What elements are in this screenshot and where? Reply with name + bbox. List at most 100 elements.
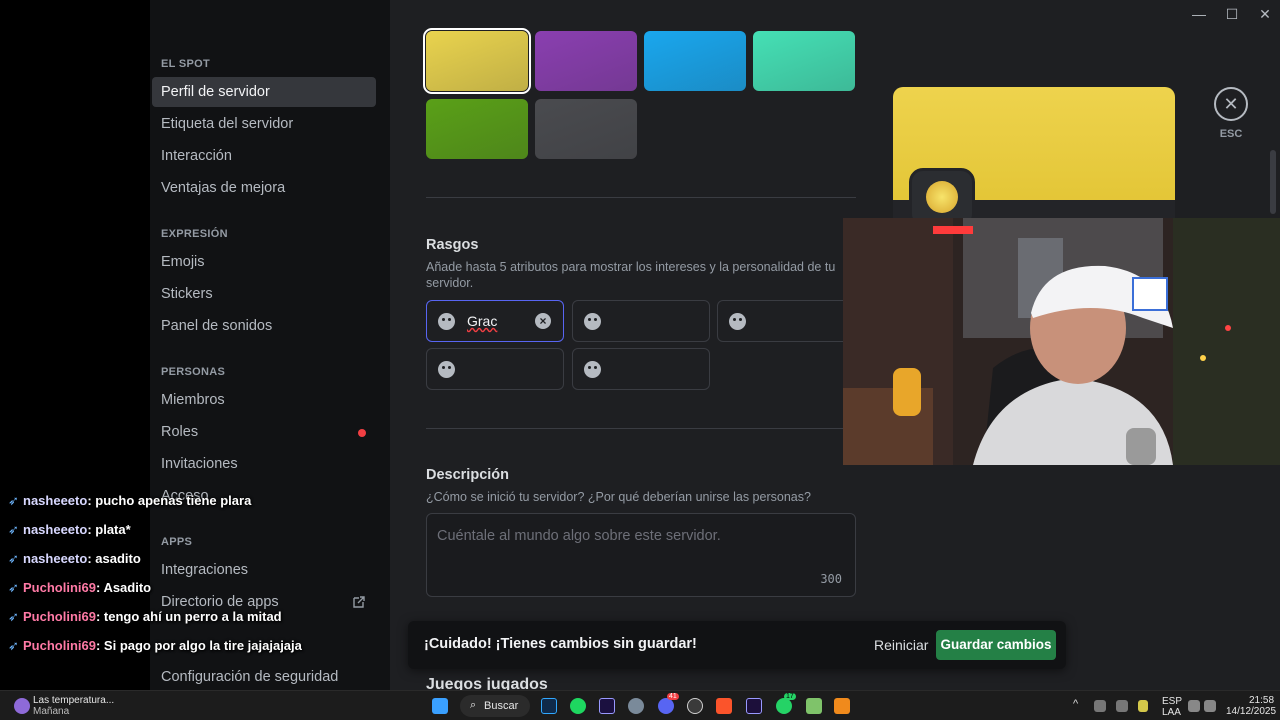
section-divider	[426, 428, 856, 429]
trait-input[interactable]	[717, 300, 855, 342]
sidebar-item-invites[interactable]: Invitaciones	[152, 449, 376, 479]
chat-text: Si pago por algo la tire jajajajaja	[103, 638, 302, 653]
search-label: Buscar	[484, 700, 519, 712]
notepad-icon[interactable]	[806, 698, 822, 714]
sidebar-section-title: EL SPOT	[161, 58, 210, 70]
chat-username: nasheeeto	[23, 522, 88, 537]
emoji-picker-icon[interactable]	[729, 313, 746, 330]
weather-title[interactable]: Las temperatura...	[33, 695, 114, 706]
chat-text: Asadito	[103, 580, 152, 595]
emoji-picker-icon[interactable]	[584, 313, 601, 330]
character-counter: 300	[820, 572, 842, 586]
chat-username: Pucholini69	[23, 609, 96, 624]
discord-icon[interactable]	[658, 698, 674, 714]
trait-input[interactable]	[426, 348, 564, 390]
tray-icon[interactable]	[1116, 700, 1128, 712]
chat-message: ➶ Pucholini69: tengo ahí un perro a la mi…	[8, 609, 282, 624]
traits-title: Rasgos	[426, 237, 479, 253]
photoshop-icon[interactable]	[541, 698, 557, 714]
emoji-picker-icon[interactable]	[438, 313, 455, 330]
color-swatch[interactable]	[753, 31, 855, 91]
reset-button[interactable]: Reiniciar	[874, 637, 928, 653]
trait-input[interactable]: Grac ×	[426, 300, 564, 342]
chat-message: ➶ Pucholini69: Si pago por algo la tire j…	[8, 638, 302, 653]
weather-icon[interactable]	[14, 698, 30, 714]
emoji-picker-icon[interactable]	[584, 361, 601, 378]
emoji-picker-icon[interactable]	[438, 361, 455, 378]
scrollbar[interactable]	[1270, 150, 1276, 214]
webcam-overlay	[843, 218, 1280, 465]
sidebar-item-server-profile[interactable]: Perfil de servidor	[152, 77, 376, 107]
rocket-icon: ➶	[8, 580, 19, 595]
save-changes-button[interactable]: Guardar cambios	[936, 630, 1056, 660]
clear-icon[interactable]: ×	[535, 313, 551, 329]
chat-text: plata*	[95, 522, 131, 537]
after-effects-icon[interactable]	[599, 698, 615, 714]
volume-icon[interactable]	[1204, 700, 1216, 712]
sidebar-item-stickers[interactable]: Stickers	[152, 279, 376, 309]
windows-icon[interactable]	[432, 698, 448, 714]
clock-time[interactable]: 21:58	[1249, 695, 1274, 706]
sidebar-item-members[interactable]: Miembros	[152, 385, 376, 415]
sidebar-item-server-tag[interactable]: Etiqueta del servidor	[152, 109, 376, 139]
sidebar-item-emojis[interactable]: Emojis	[152, 247, 376, 277]
chevron-up-icon[interactable]: ^	[1073, 698, 1078, 710]
microphone-icon[interactable]	[1138, 700, 1148, 712]
language-bottom: LAA	[1162, 707, 1181, 718]
tray-icon[interactable]	[1094, 700, 1106, 712]
language-top[interactable]: ESP	[1162, 696, 1182, 707]
sidebar-item-integrations[interactable]: Integraciones	[152, 555, 376, 585]
sidebar-item-roles[interactable]: Roles	[152, 417, 376, 447]
trait-input[interactable]	[572, 300, 710, 342]
premiere-icon[interactable]	[746, 698, 762, 714]
maximize-icon[interactable]: ☐	[1221, 6, 1243, 26]
chat-text: pucho apenas tiene plara	[95, 493, 252, 508]
settings-icon[interactable]	[628, 698, 644, 714]
sidebar-section-title: APPS	[161, 536, 193, 548]
obs-icon[interactable]	[687, 698, 703, 714]
chat-username: Pucholini69	[23, 638, 96, 653]
chat-text: tengo ahí un perro a la mitad	[103, 609, 282, 624]
close-window-icon[interactable]: ✕	[1254, 6, 1276, 26]
clock-date: 14/12/2025	[1226, 706, 1277, 717]
color-swatch[interactable]	[535, 99, 637, 159]
chat-message: ➶ nasheeeto: asadito	[8, 551, 141, 566]
esc-label: ESC	[1219, 128, 1243, 140]
unsaved-changes-bar: ¡Cuidado! ¡Tienes cambios sin guardar! R…	[408, 621, 1066, 669]
sidebar-item-boost-perks[interactable]: Ventajas de mejora	[152, 173, 376, 203]
description-textarea[interactable]: Cuéntale al mundo algo sobre este servid…	[426, 513, 856, 597]
color-swatch[interactable]	[423, 28, 531, 94]
taskbar-search[interactable]: ⌕ Buscar	[460, 695, 530, 717]
trait-input[interactable]	[572, 348, 710, 390]
close-settings-button[interactable]: ✕	[1214, 87, 1248, 121]
minimize-icon[interactable]: —	[1188, 6, 1210, 26]
chat-message: ➶ nasheeeto: plata*	[8, 522, 131, 537]
sun-emoji-icon	[926, 181, 958, 213]
color-swatch[interactable]	[644, 31, 746, 91]
brave-icon[interactable]	[716, 698, 732, 714]
whatsapp-badge: 17	[784, 693, 796, 700]
fl-studio-icon[interactable]	[834, 698, 850, 714]
sidebar-item-label: Roles	[161, 424, 199, 440]
discord-badge: 41	[667, 693, 679, 700]
sidebar-item-safety-settings[interactable]: Configuración de seguridad	[152, 662, 376, 692]
color-swatch[interactable]	[535, 31, 637, 91]
spotify-icon[interactable]	[570, 698, 586, 714]
rocket-icon: ➶	[8, 609, 19, 624]
rocket-icon: ➶	[8, 493, 19, 508]
rocket-icon: ➶	[8, 638, 19, 653]
chat-message: ➶ nasheeeto: pucho apenas tiene plara	[8, 493, 252, 508]
windows-taskbar: Las temperatura... Mañana ⌕ Buscar 41 17…	[0, 690, 1280, 720]
color-swatch[interactable]	[426, 99, 528, 159]
whatsapp-icon[interactable]	[776, 698, 792, 714]
sidebar-item-soundboard[interactable]: Panel de sonidos	[152, 311, 376, 341]
rocket-icon: ➶	[8, 551, 19, 566]
sidebar-item-interaction[interactable]: Interacción	[152, 141, 376, 171]
chat-message: ➶ Pucholini69: Asadito	[8, 580, 152, 595]
section-divider	[426, 197, 856, 198]
notification-dot	[358, 429, 366, 437]
sidebar-section-title: PERSONAS	[161, 366, 226, 378]
chat-username: nasheeeto	[23, 493, 88, 508]
network-icon[interactable]	[1188, 700, 1200, 712]
unsaved-message: ¡Cuidado! ¡Tienes cambios sin guardar!	[424, 636, 697, 652]
